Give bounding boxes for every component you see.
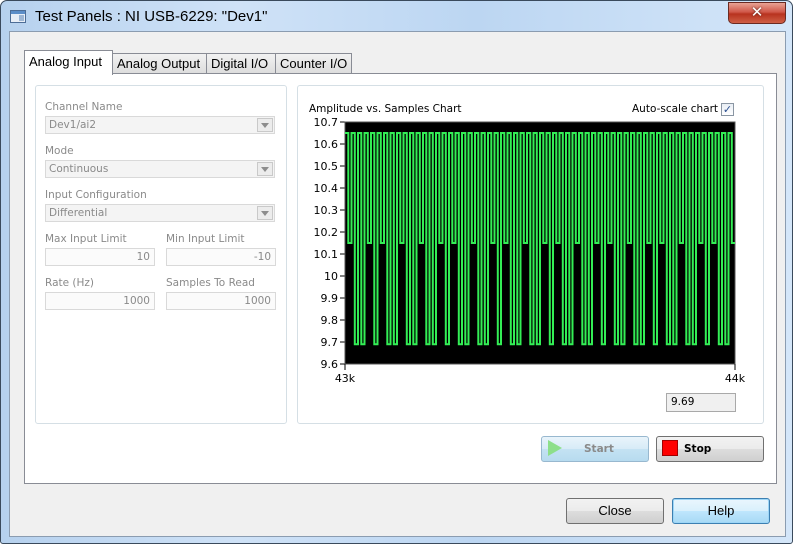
y-tick-label: 10.6 [314,138,339,151]
y-tick-label: 10.2 [314,226,339,239]
input-configuration-select[interactable]: Differential [45,204,275,222]
checkmark-icon: ✓ [722,103,733,116]
input-configuration-value: Differential [49,207,108,219]
mode-label: Mode [45,145,74,157]
y-tick-label: 10 [324,270,338,283]
tab-counter-io[interactable]: Counter I/O [275,53,352,74]
stop-button[interactable]: Stop [656,436,764,462]
input-configuration-label: Input Configuration [45,189,147,201]
y-tick-label: 10.5 [314,160,339,173]
tab-analog-input[interactable]: Analog Input [24,50,113,75]
window-close-button[interactable]: ✕ [728,2,786,24]
channel-name-value: Dev1/ai2 [49,119,97,131]
x-tick-label: 44k [725,372,746,385]
x-tick-label: 43k [335,372,356,385]
channel-name-label: Channel Name [45,101,123,113]
y-tick-label: 9.6 [321,358,339,371]
rate-field[interactable]: 1000 [45,292,155,310]
autoscale-label: Auto-scale chart [632,103,719,115]
settings-group: Channel Name Dev1/ai2 Mode Continuous In… [35,85,287,424]
amplitude-chart: 10.7 10.6 10.5 10.4 10.3 10.2 10.1 10 9.9 9.8 9.7 9… [314,116,746,385]
y-tick-label: 10.4 [314,182,339,195]
window-icon [10,10,26,23]
chevron-down-icon[interactable] [257,206,273,220]
analog-input-page: Channel Name Dev1/ai2 Mode Continuous In… [24,73,777,484]
y-tick-label: 10.1 [314,248,339,261]
y-tick-label: 9.8 [321,314,339,327]
play-icon [548,440,562,456]
x-axis: 43k 44k [335,364,746,385]
close-icon: ✕ [750,3,764,21]
min-input-limit-field[interactable]: -10 [166,248,276,266]
tab-digital-io[interactable]: Digital I/O [206,53,276,74]
y-tick-label: 10.7 [314,116,339,129]
mode-value: Continuous [49,163,109,175]
y-axis: 10.7 10.6 10.5 10.4 10.3 10.2 10.1 10 9.9 9.8 9.7 9… [314,116,345,371]
chart-group: Amplitude vs. Samples Chart Auto-scale c… [297,85,764,424]
current-value-readout: 9.69 [666,393,736,412]
dialog-body: Analog Input Analog Output Digital I/O C… [9,31,786,537]
chart-title: Amplitude vs. Samples Chart [309,103,462,115]
start-button-label: Start [584,443,614,455]
samples-to-read-label: Samples To Read [166,277,255,289]
rate-label: Rate (Hz) [45,277,95,289]
start-button[interactable]: Start [541,436,649,462]
chevron-down-icon[interactable] [257,162,273,176]
min-input-limit-label: Min Input Limit [166,233,245,245]
help-button[interactable]: Help [672,498,770,524]
y-tick-label: 9.7 [321,336,339,349]
autoscale-checkbox[interactable]: ✓ [721,103,734,116]
mode-select[interactable]: Continuous [45,160,275,178]
title-bar[interactable]: Test Panels : NI USB-6229: "Dev1" ✕ [1,1,792,31]
stop-icon [662,440,678,456]
close-button[interactable]: Close [566,498,664,524]
chevron-down-icon[interactable] [257,118,273,132]
tab-analog-output[interactable]: Analog Output [112,53,207,74]
test-panels-window: Test Panels : NI USB-6229: "Dev1" ✕ Anal… [0,0,793,544]
max-input-limit-field[interactable]: 10 [45,248,155,266]
samples-to-read-field[interactable]: 1000 [166,292,276,310]
y-tick-label: 10.3 [314,204,339,217]
max-input-limit-label: Max Input Limit [45,233,127,245]
channel-name-select[interactable]: Dev1/ai2 [45,116,275,134]
y-tick-label: 9.9 [321,292,339,305]
window-title: Test Panels : NI USB-6229: "Dev1" [35,8,268,25]
stop-button-label: Stop [684,443,712,455]
